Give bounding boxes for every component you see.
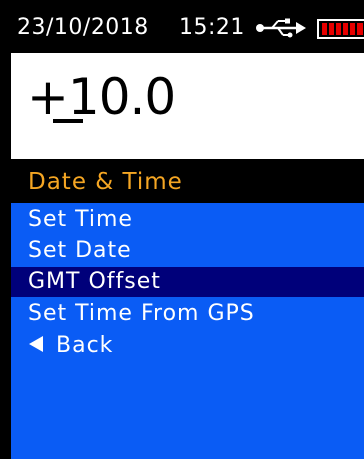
menu-item-back[interactable]: Back	[11, 331, 364, 361]
menu-item-set-date[interactable]: Set Date	[11, 236, 364, 266]
status-time: 15:21	[179, 15, 245, 40]
menu-header: Date & Time	[11, 159, 364, 203]
device-bezel	[0, 0, 11, 459]
edit-cursor	[53, 119, 83, 123]
battery-icon	[317, 19, 364, 39]
menu-item-label: Back	[56, 333, 114, 358]
menu-item-set-time-from-gps[interactable]: Set Time From GPS	[11, 299, 364, 329]
menu-item-label: Set Time From GPS	[28, 301, 255, 326]
menu-title: Date & Time	[28, 169, 183, 195]
menu-item-label: Set Date	[28, 238, 132, 263]
status-date: 23/10/2018	[17, 15, 149, 40]
device-screen: 23/10/2018 15:21 +10.0 Date & Time Set T…	[0, 0, 364, 459]
gmt-offset-value[interactable]: +10.0	[27, 69, 176, 125]
display: 23/10/2018 15:21 +10.0 Date & Time Set T…	[11, 0, 364, 459]
menu-list: Set Time Set Date GMT Offset Set Time Fr…	[11, 203, 364, 459]
menu-item-label: Set Time	[28, 207, 133, 232]
menu-item-gmt-offset[interactable]: GMT Offset	[11, 267, 364, 297]
value-panel: +10.0	[11, 53, 364, 159]
status-bar: 23/10/2018 15:21	[11, 0, 364, 53]
back-arrow-icon	[29, 336, 43, 352]
menu-item-set-time[interactable]: Set Time	[11, 205, 364, 235]
usb-icon	[256, 18, 306, 38]
menu-item-label: GMT Offset	[28, 269, 161, 294]
